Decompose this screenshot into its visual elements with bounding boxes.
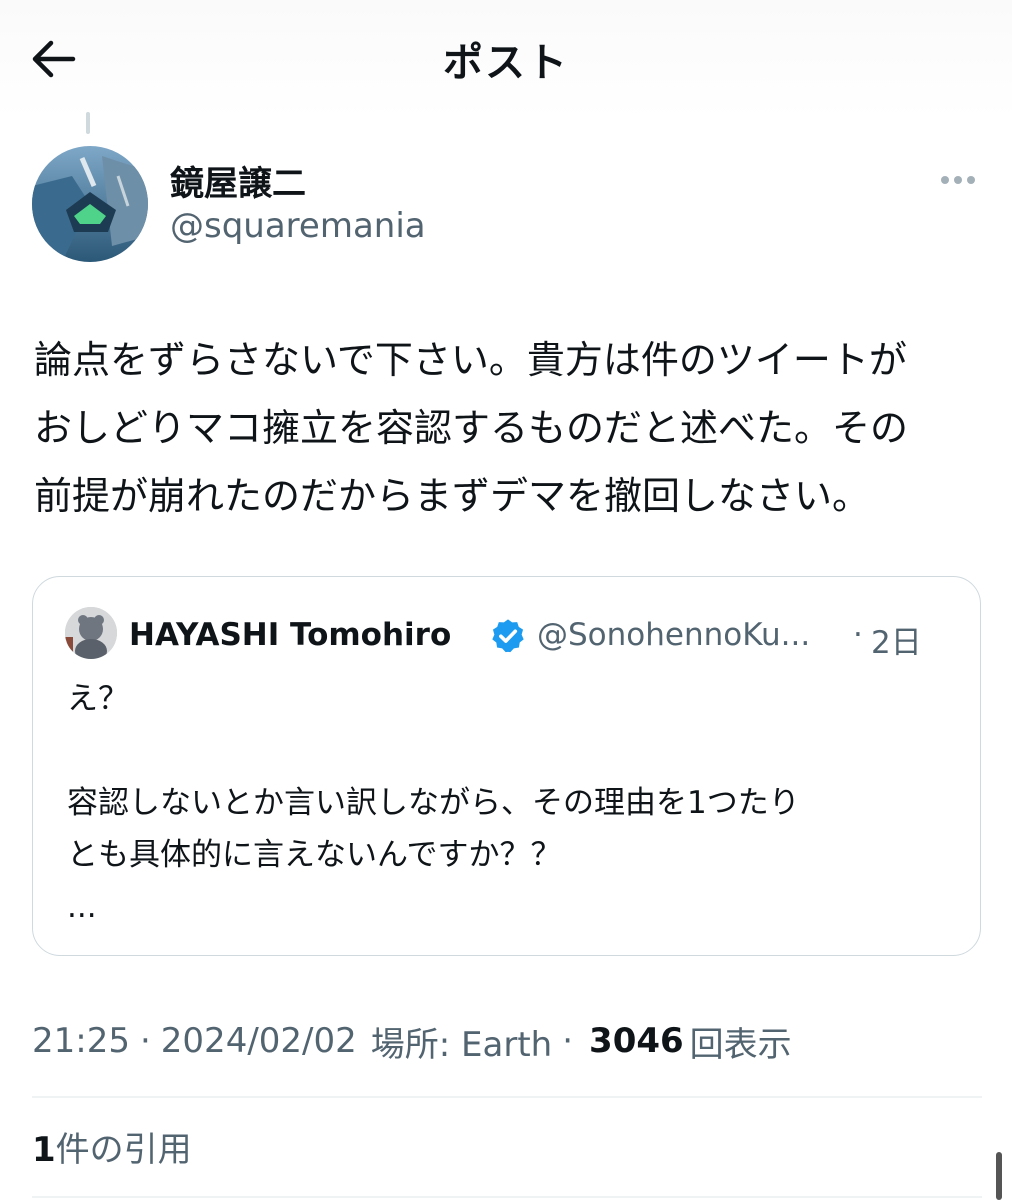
quoted-blank-line (67, 725, 947, 777)
page-title: ポスト (443, 40, 569, 86)
top-bar: ポスト (0, 0, 1012, 120)
quoted-post-card[interactable]: HAYASHI Tomohiro @SonohennoKu... · 2日 え？… (32, 576, 981, 956)
scrollbar-thumb[interactable] (996, 1152, 1002, 1200)
separator-dot: · (562, 1021, 574, 1061)
quote-count-link[interactable]: 1件の引用 (32, 1122, 192, 1171)
post-line: おしどりマコ擁立を容認するものだと述べた。その (34, 406, 909, 450)
verified-badge-icon (492, 619, 524, 653)
quoted-post-time: 2日 (871, 625, 922, 661)
post-line: 論点をずらさないで下さい。貴方は件のツイートが (34, 338, 907, 382)
more-horizontal-icon (941, 176, 949, 184)
quote-count: 1 (32, 1130, 56, 1170)
separator-dot: · (853, 617, 863, 653)
post-location: 場所: Earth (370, 1024, 553, 1065)
quote-count-label: 件の引用 (55, 1130, 192, 1170)
post-metadata: 21:25 · 2024/02/02 場所: Earth · 3046 回表示 (32, 1016, 792, 1066)
quoted-ellipsis: ... (67, 889, 97, 925)
author-avatar[interactable] (32, 146, 148, 262)
avatar-image (65, 607, 117, 659)
divider (32, 1096, 982, 1098)
separator-dot: · (139, 1021, 151, 1061)
quoted-line: え？ (67, 681, 129, 717)
quoted-post-body: え？ 容認しないとか言い訳しながら、その理由を1つたり とも具体的に言えないんで… (67, 673, 947, 933)
view-label: 回表示 (689, 1024, 792, 1065)
author-handle[interactable]: @squaremania (170, 206, 426, 246)
view-count: 3046 (589, 1021, 684, 1061)
quoted-author-name: HAYASHI Tomohiro (129, 617, 452, 653)
post-time[interactable]: 21:25 (32, 1021, 130, 1061)
post-body: 論点をずらさないで下さい。貴方は件のツイートが おしどりマコ擁立を容認するものだ… (34, 326, 994, 530)
more-options-button[interactable] (934, 164, 982, 196)
post-line: 前提が崩れたのだからまずデマを撤回しなさい。 (34, 474, 871, 518)
quoted-author-avatar (65, 607, 117, 659)
divider (32, 1196, 982, 1198)
post-date[interactable]: 2024/02/02 (161, 1021, 357, 1061)
avatar-image (32, 146, 148, 262)
quoted-line: とも具体的に言えないんですか？？ (67, 837, 562, 873)
thread-connector (86, 112, 90, 134)
author-name[interactable]: 鏡屋譲二 (170, 156, 306, 205)
quoted-author-handle: @SonohennoKu... (537, 617, 811, 653)
quoted-line: 容認しないとか言い訳しながら、その理由を1つたり (67, 785, 800, 821)
